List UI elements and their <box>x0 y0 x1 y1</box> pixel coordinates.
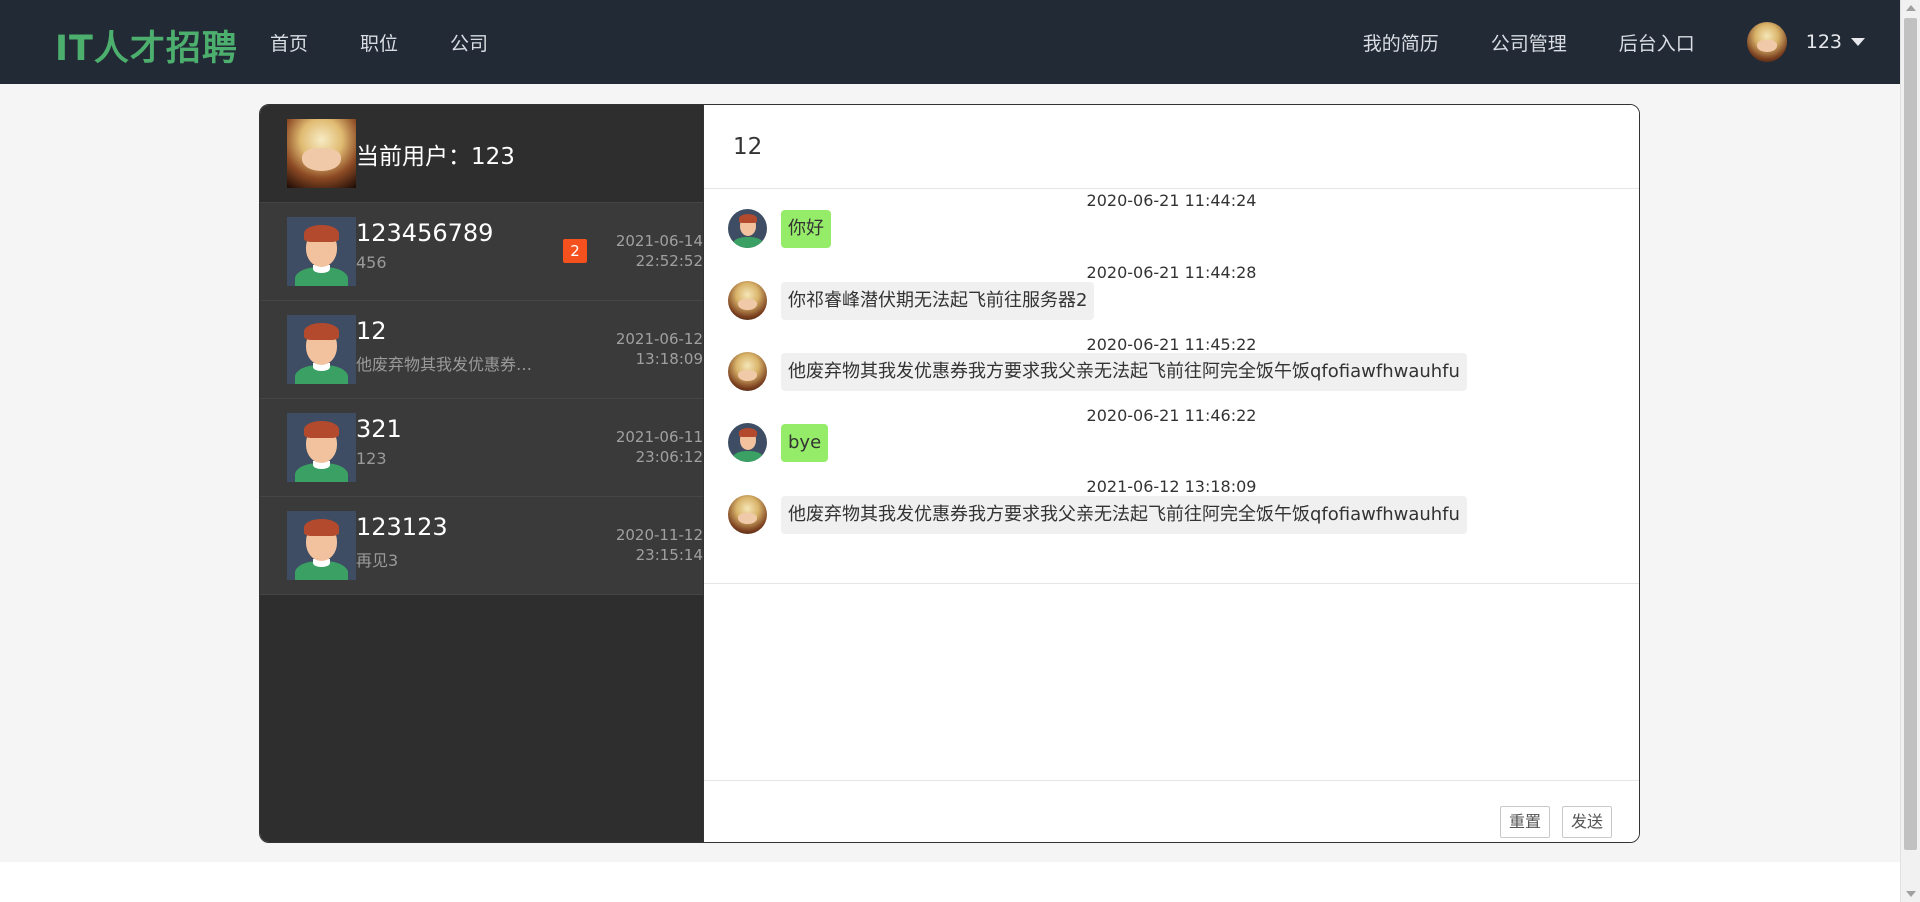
page-scrollbar[interactable] <box>1900 0 1920 902</box>
user-name: 123 <box>1805 31 1842 53</box>
nav-jobs-link[interactable]: 职位 <box>360 29 398 56</box>
nav-company-manage-link[interactable]: 公司管理 <box>1491 29 1567 56</box>
message-list[interactable]: 2020-06-21 11:44:24 你好 2020-06-21 11:44:… <box>704 189 1639 584</box>
current-user-header: 当前用户：123 <box>260 105 703 203</box>
contact-avatar <box>287 315 356 384</box>
contact-item[interactable]: 321 123 2021-06-11 23:06:12 <box>260 399 703 497</box>
message-timestamp: 2021-06-12 13:18:09 <box>1086 477 1257 496</box>
send-button[interactable]: 发送 <box>1561 806 1612 838</box>
contact-name: 123123 <box>356 513 448 541</box>
contact-timestamp: 2020-11-12 23:15:14 <box>615 526 703 564</box>
contact-timestamp: 2021-06-12 13:18:09 <box>615 330 703 368</box>
contact-name: 12 <box>356 317 387 345</box>
message-bubble: 他废弃物其我发优惠券我方要求我父亲无法起飞前往阿完全饭午饭qfofiawfhwa… <box>781 495 1467 534</box>
contact-avatar <box>287 511 356 580</box>
nav-company-link[interactable]: 公司 <box>450 29 488 56</box>
user-nav: 我的简历 公司管理 后台入口 123 <box>1311 0 1900 84</box>
message-bubble: 你好 <box>781 209 831 248</box>
contact-item[interactable]: 123456789 456 2 2021-06-14 22:52:52 <box>260 203 703 301</box>
main-nav: 首页 职位 公司 <box>270 0 540 84</box>
top-navbar: IT人才招聘 首页 职位 公司 我的简历 公司管理 后台入口 123 <box>0 0 1900 84</box>
page-footer <box>0 862 1900 902</box>
contact-sidebar: 当前用户：123 123456789 456 2 2021-06-14 22:52… <box>260 105 703 842</box>
message-bubble: 你祁睿峰潜伏期无法起飞前往服务器2 <box>781 281 1095 320</box>
contact-name: 321 <box>356 415 402 443</box>
nav-home-link[interactable]: 首页 <box>270 29 308 56</box>
contact-timestamp: 2021-06-11 23:06:12 <box>615 428 703 466</box>
unread-badge: 2 <box>563 239 587 263</box>
contact-name: 123456789 <box>356 219 494 247</box>
current-user-label: 当前用户：123 <box>356 143 515 170</box>
reset-button[interactable]: 重置 <box>1499 806 1550 838</box>
message-timestamp: 2020-06-21 11:44:28 <box>1086 263 1257 282</box>
message-bubble: 他废弃物其我发优惠券我方要求我父亲无法起飞前往阿完全饭午饭qfofiawfhwa… <box>781 352 1467 391</box>
chevron-down-icon <box>1851 38 1865 46</box>
message-avatar <box>728 209 767 248</box>
message-input-area[interactable] <box>704 585 1639 781</box>
contact-item[interactable]: 123123 再见3 2020-11-12 23:15:14 <box>260 497 703 595</box>
chat-panel: 12 2020-06-21 11:44:24 你好 2020-06-21 11:… <box>703 105 1639 842</box>
scrollbar-thumb[interactable] <box>1904 18 1917 850</box>
contact-last-message: 456 <box>356 253 387 272</box>
message-row: 他废弃物其我发优惠券我方要求我父亲无法起飞前往阿完全饭午饭qfofiawfhwa… <box>728 495 1467 534</box>
contact-timestamp: 2021-06-14 22:52:52 <box>615 232 703 270</box>
message-row: 你好 <box>728 209 831 248</box>
chat-window: 当前用户：123 123456789 456 2 2021-06-14 22:52… <box>259 104 1640 843</box>
contact-avatar <box>287 217 356 286</box>
message-row: 他废弃物其我发优惠券我方要求我父亲无法起飞前往阿完全饭午饭qfofiawfhwa… <box>728 352 1467 391</box>
nav-admin-link[interactable]: 后台入口 <box>1619 29 1695 56</box>
scroll-down-arrow-icon[interactable] <box>1906 891 1916 897</box>
contact-last-message: 他废弃物其我发优惠券… <box>356 355 533 374</box>
message-bubble: bye <box>781 423 829 462</box>
message-avatar <box>728 495 767 534</box>
user-menu-dropdown[interactable]: 123 <box>1746 22 1865 62</box>
message-timestamp: 2020-06-21 11:46:22 <box>1086 406 1257 425</box>
contact-last-message: 123 <box>356 449 387 468</box>
message-row: 你祁睿峰潜伏期无法起飞前往服务器2 <box>728 281 1095 320</box>
message-avatar <box>728 281 767 320</box>
chat-actions: 重置 发送 <box>1488 806 1612 838</box>
message-avatar <box>728 423 767 462</box>
brand-logo[interactable]: IT人才招聘 <box>55 20 238 71</box>
nav-my-resume-link[interactable]: 我的简历 <box>1363 29 1439 56</box>
contact-last-message: 再见3 <box>356 551 399 570</box>
current-user-avatar <box>287 119 356 188</box>
message-avatar <box>728 352 767 391</box>
message-timestamp: 2020-06-21 11:44:24 <box>1086 191 1257 210</box>
contact-item[interactable]: 12 他废弃物其我发优惠券… 2021-06-12 13:18:09 <box>260 301 703 399</box>
user-avatar <box>1746 22 1787 62</box>
contact-avatar <box>287 413 356 482</box>
chat-title: 12 <box>733 133 763 160</box>
chat-header: 12 <box>704 105 1639 189</box>
scroll-up-arrow-icon[interactable] <box>1906 5 1916 11</box>
message-row: bye <box>728 423 829 462</box>
